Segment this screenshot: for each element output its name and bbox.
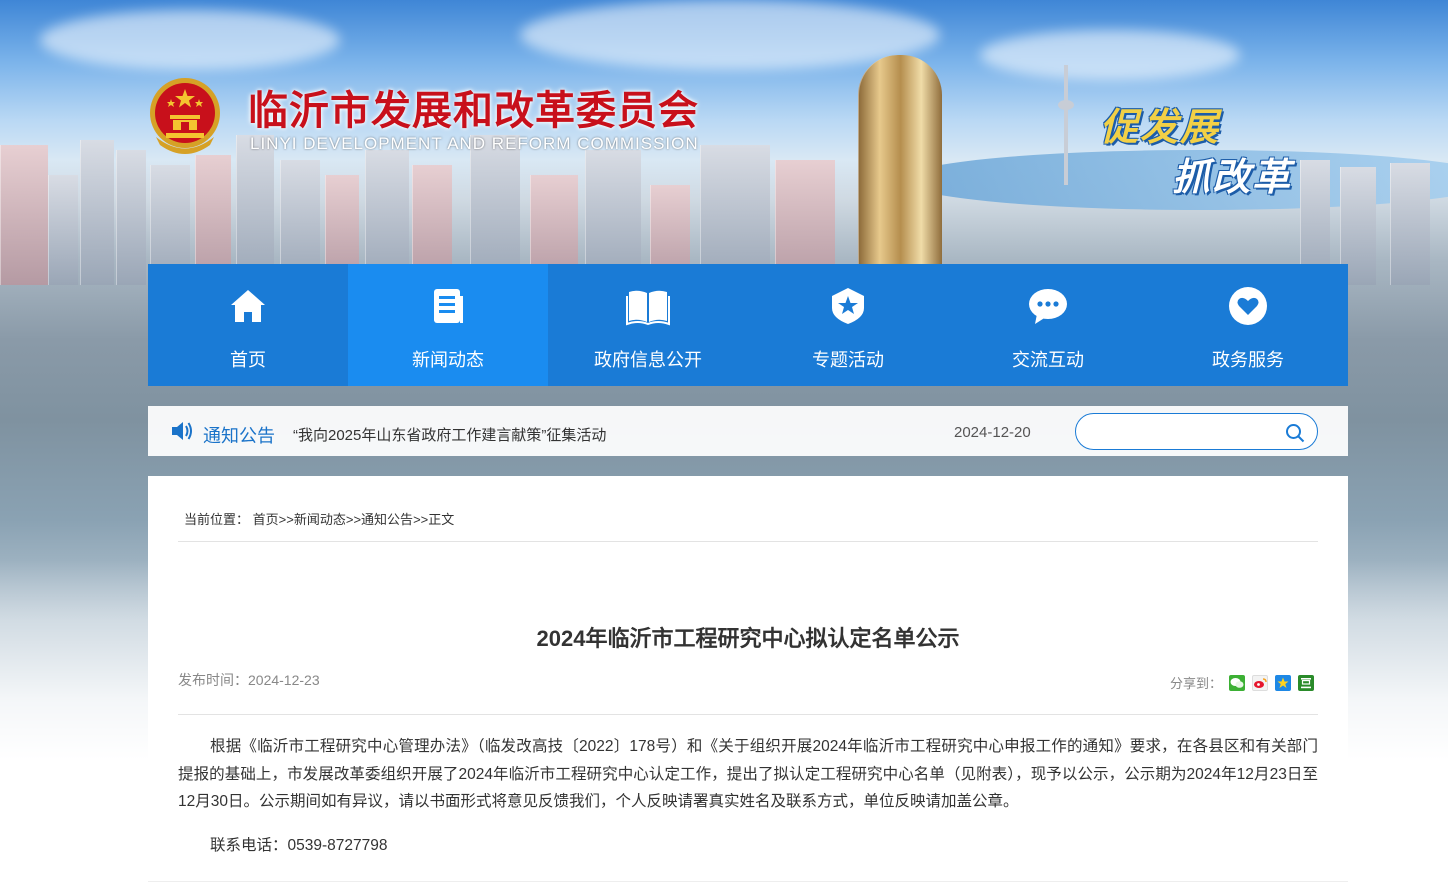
nav-item-label: 交流互动 [1012,350,1084,370]
national-emblem-icon [148,75,222,155]
site-title: 临沂市发展和改革委员会 [248,88,699,134]
wechat-icon[interactable] [1229,674,1246,691]
nav-item-label: 专题活动 [812,350,884,370]
breadcrumb-separator: >> [413,512,429,527]
breadcrumb-current: 正文 [428,512,455,527]
search-input[interactable] [1090,421,1280,443]
search-box [1075,413,1318,450]
contact-info: 联系电话：0539-8727798 [210,833,388,855]
breadcrumb-separator: >> [278,512,294,527]
publish-date: 2024-12-23 [248,672,320,688]
nav-item-label: 首页 [230,350,266,370]
breadcrumb: 当前位置： 首页>>新闻动态>>通知公告>>正文 [184,509,454,528]
nav-item-label: 新闻动态 [412,350,484,370]
share-label: 分享到： [1170,676,1223,691]
nav-item-topics[interactable]: 专题活动 [748,264,948,386]
article-title: 2024年临沂市工程研究中心拟认定名单公示 [536,626,960,651]
slogan-line2: 抓改革 [1172,155,1293,199]
article-body: 根据《临沂市工程研究中心管理办法》（临发改高技〔2022〕178号）和《关于组织… [178,738,1318,810]
speaker-icon [170,420,194,442]
content-panel: 当前位置： 首页>>新闻动态>>通知公告>>正文 2024年临沂市工程研究中心拟… [148,476,1348,885]
nav-item-home[interactable]: 首页 [148,264,348,386]
nav-item-interaction[interactable]: 交流互动 [948,264,1148,386]
slogan-line1: 促发展 [1100,105,1221,149]
heart-icon [1226,284,1270,328]
site-subtitle: LINYI DEVELOPMENT AND REFORM COMMISSION [250,134,699,153]
breadcrumb-notices[interactable]: 通知公告 [361,512,413,527]
breadcrumb-prefix: 当前位置： [184,512,250,527]
notice-date: 2024-12-20 [954,424,1031,441]
breadcrumb-separator: >> [345,512,362,527]
nav-item-label: 政务服务 [1212,350,1284,370]
douban-icon[interactable] [1298,674,1315,691]
divider [148,881,1348,882]
nav-item-news[interactable]: 新闻动态 [348,264,548,386]
document-icon [426,284,470,328]
main-nav: 首页 新闻动态 政府信息公开 专题活动 交流互动 政务服务 [148,264,1348,386]
publish-label: 发布时间： [178,672,248,688]
notice-title[interactable]: 通知公告 [203,422,275,448]
open-book-icon [626,284,670,328]
share-bar: 分享到： [1170,673,1315,692]
divider [178,541,1318,542]
chat-bubble-icon [1026,284,1070,328]
breadcrumb-news[interactable]: 新闻动态 [294,512,346,527]
search-icon[interactable] [1285,423,1305,443]
nav-item-services[interactable]: 政务服务 [1148,264,1348,386]
publish-time: 发布时间：2024-12-23 [178,670,320,690]
contact-label: 联系电话： [210,837,288,854]
notice-bar: 通知公告 “我向2025年山东省政府工作建言献策”征集活动 2024-12-20 [148,406,1348,456]
star-badge-icon [826,284,870,328]
home-icon [226,284,270,328]
breadcrumb-home[interactable]: 首页 [253,512,279,527]
divider [178,714,1318,715]
contact-phone: 0539-8727798 [287,837,388,854]
notice-link[interactable]: “我向2025年山东省政府工作建言献策”征集活动 [293,424,606,445]
qzone-icon[interactable] [1275,674,1292,691]
nav-item-gov-info[interactable]: 政府信息公开 [548,264,748,386]
nav-item-label: 政府信息公开 [594,350,702,370]
weibo-icon[interactable] [1252,674,1269,691]
